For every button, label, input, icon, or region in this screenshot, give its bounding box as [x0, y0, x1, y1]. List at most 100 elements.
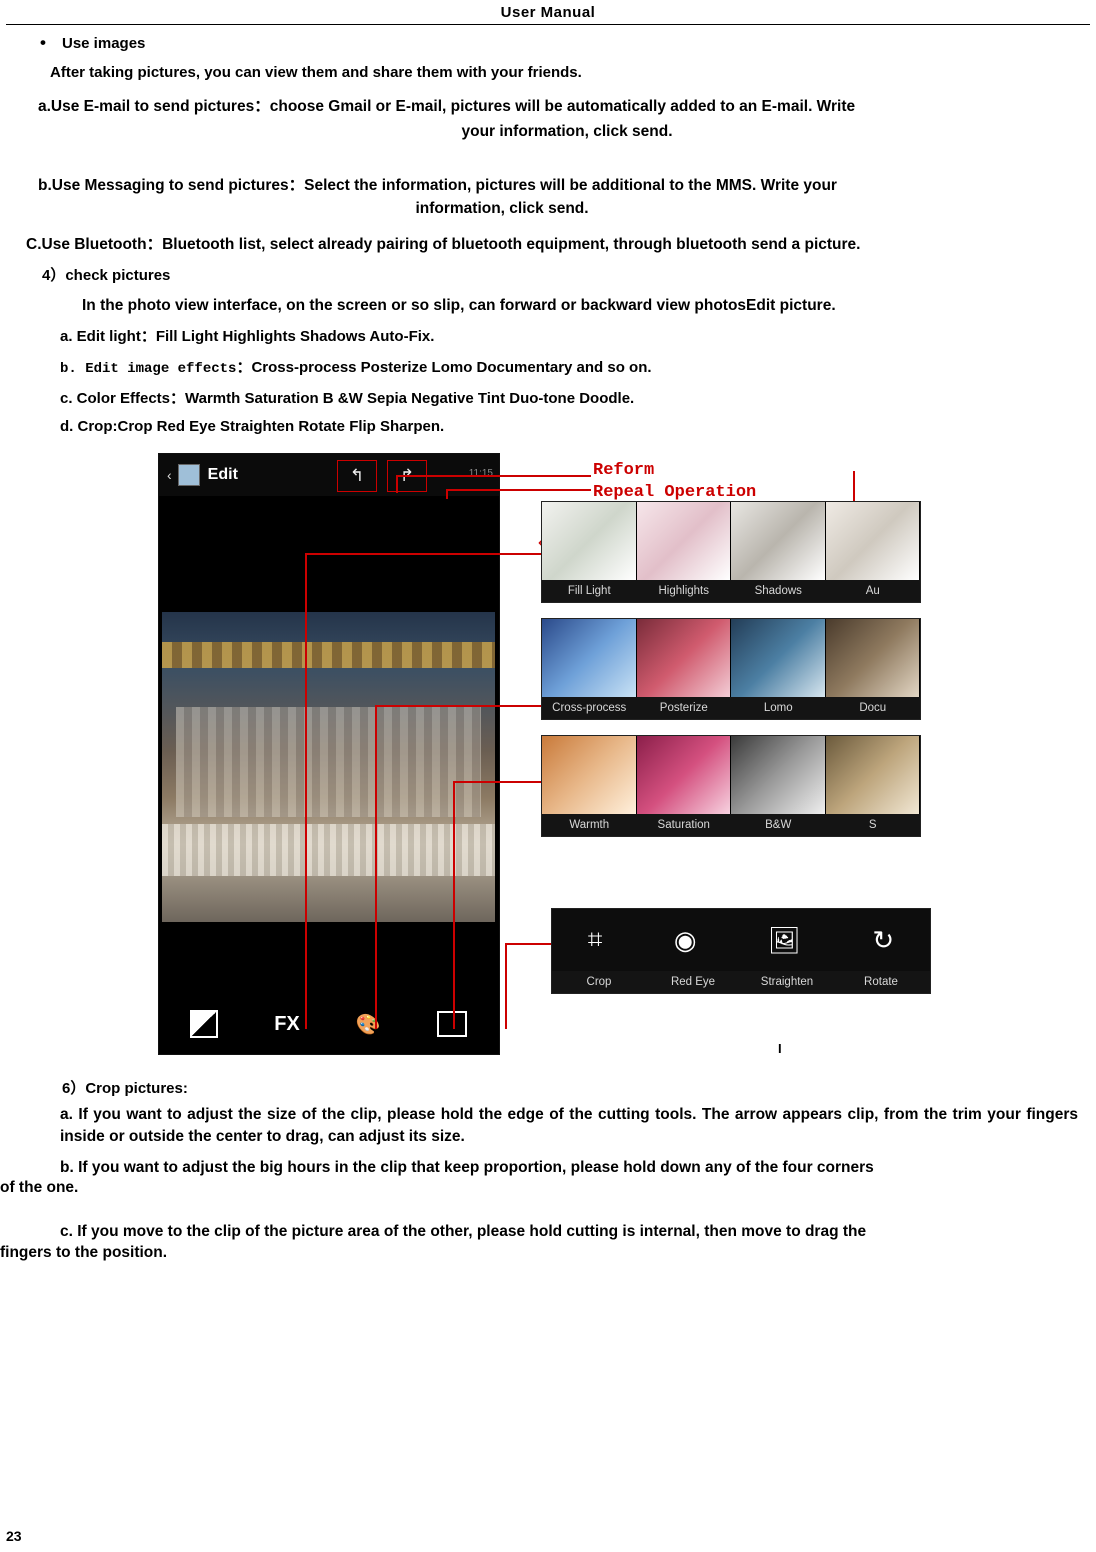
leader-line-undo-h [396, 475, 591, 477]
thumb-image [825, 502, 919, 580]
sub-item-c: c. Color Effects：Warmth Saturation B &W … [60, 390, 635, 407]
effect-thumb[interactable] [825, 619, 920, 697]
paragraph-item-4-text: In the photo view interface, on the scre… [82, 297, 836, 314]
photo-stripe-decor [162, 642, 495, 668]
item-b-label: b.Use Messaging to send pictures [38, 176, 289, 194]
tool-label-crop: Crop [586, 976, 612, 988]
sub-item-d: d. Crop:Crop Red Eye Straighten Rotate F… [60, 418, 445, 435]
paragraph-item-c: C.Use Bluetooth：Bluetooth list, select a… [26, 232, 1096, 254]
item-a-text-second-line: your information, click send. [461, 123, 673, 141]
thumb-image [825, 619, 919, 697]
back-chevron-icon[interactable]: ‹ [167, 467, 172, 483]
effects-strip-image-effects-labels: Cross-process Posterize Lomo Docu [542, 697, 920, 719]
paragraph-item-b: b.Use Messaging to send pictures：Select … [38, 174, 1096, 221]
document-page: User Manual • Use images After taking pi… [0, 0, 1096, 1552]
effect-label-lomo: Lomo [763, 702, 793, 714]
red-eye-icon[interactable]: ◉ [674, 925, 697, 956]
item-a-colon: ： [254, 97, 270, 115]
bullet-dot-icon: • [40, 33, 46, 52]
gallery-app-icon [177, 464, 200, 486]
thumb-image [731, 736, 825, 814]
crop-tool-icon[interactable] [436, 1011, 467, 1037]
leader-line-vertical-1 [305, 553, 307, 1029]
item-c-colon: ： [146, 236, 163, 253]
effects-strip-image-effects-cells [542, 619, 920, 697]
crop-tools-cells: ⌗ ◉ 🖼 ↻ [552, 909, 930, 971]
paragraph-item-6a: a. If you want to adjust the size of the… [60, 1106, 1078, 1146]
effect-thumb[interactable] [542, 619, 637, 697]
leader-line-vertical-3 [453, 781, 455, 1029]
effect-thumb[interactable] [542, 502, 637, 580]
thumb-image [825, 736, 919, 814]
effect-label-cross-process: Cross-process [552, 702, 627, 714]
effect-thumb[interactable] [731, 502, 826, 580]
tool-label-rotate: Rotate [864, 976, 898, 988]
status-clock: 11:15 [468, 468, 493, 479]
effect-thumb[interactable] [542, 736, 637, 814]
thumb-image [542, 619, 636, 697]
effects-strip-color-labels: Warmth Saturation B&W S [542, 814, 920, 836]
edit-screen-figure: ‹ Edit ↰ ↱ 11:15 FX 🎨 Reform Repeal Oper… [153, 453, 943, 1063]
paragraph-item-6c: c. If you move to the clip of the pictur… [60, 1223, 867, 1241]
palette-icon[interactable]: 🎨 [356, 1012, 381, 1037]
thumb-image [636, 502, 730, 580]
contrast-icon[interactable] [190, 1010, 219, 1038]
effect-thumb[interactable] [731, 619, 826, 697]
effects-strip-image-effects: Cross-process Posterize Lomo Docu [541, 618, 921, 720]
effect-thumb[interactable] [731, 736, 826, 814]
paragraph-item-6b: b. If you want to adjust the big hours i… [60, 1158, 874, 1176]
straighten-icon[interactable]: 🖼 [768, 925, 801, 956]
effect-label-bw: B&W [765, 819, 792, 831]
page-number: 23 [6, 1528, 22, 1544]
thumb-image [636, 619, 730, 697]
header-divider [6, 24, 1090, 25]
effect-label-sepia: S [868, 819, 877, 831]
sub-item-b-colon: ： [236, 359, 252, 376]
sub-item-b-text: Cross-process Posterize Lomo Documentary… [251, 359, 652, 376]
item-c-label: C.Use Bluetooth [26, 236, 147, 253]
effect-thumb[interactable] [636, 619, 731, 697]
leader-line-vertical-2 [375, 705, 377, 1029]
figure-caption: I [778, 1041, 782, 1056]
thumb-image [542, 736, 636, 814]
thumb-image [731, 502, 825, 580]
paragraph-after-taking-pictures: After taking pictures, you can view them… [50, 64, 582, 81]
bullet-use-images-label: Use images [62, 35, 146, 52]
effect-label-shadows: Shadows [754, 585, 802, 597]
paragraph-item-4: 4）check pictures [42, 267, 171, 284]
sub-item-a: a. Edit light：Fill Light Highlights Shad… [60, 328, 435, 345]
item-a-label: a.Use E-mail to send pictures [38, 98, 255, 115]
thumb-image [542, 502, 636, 580]
item-b-text-second-line: information, click send. [415, 199, 589, 217]
effect-thumb[interactable] [825, 736, 920, 814]
effect-thumb[interactable] [636, 736, 731, 814]
item-a-text: choose Gmail or E-mail, pictures will be… [269, 98, 856, 115]
undo-button[interactable]: ↰ [337, 460, 377, 492]
effect-thumb[interactable] [825, 502, 920, 580]
annotation-reform: Reform [593, 461, 655, 480]
thumb-image [636, 736, 730, 814]
effect-label-saturation: Saturation [657, 819, 710, 831]
photo-preview [162, 612, 495, 922]
effect-thumb[interactable] [636, 502, 731, 580]
effects-strip-light-labels: Fill Light Highlights Shadows Au [542, 580, 920, 602]
phone-screenshot: ‹ Edit ↰ ↱ 11:15 FX 🎨 [158, 453, 500, 1055]
paragraph-item-6c-second-line: fingers to the position. [0, 1243, 168, 1261]
phone-app-title: Edit [207, 466, 238, 483]
tool-label-red-eye: Red Eye [670, 976, 716, 988]
effect-label-documentary: Docu [859, 702, 887, 714]
effects-strip-light-cells [542, 502, 920, 580]
annotation-repeal-operation: Repeal Operation [593, 483, 757, 502]
crop-icon[interactable]: ⌗ [588, 924, 603, 956]
item-b-colon: ： [288, 176, 305, 194]
rotate-icon[interactable]: ↻ [872, 925, 894, 956]
sub-item-b-label: b. Edit image effects [60, 361, 237, 377]
page-header: User Manual [500, 4, 596, 21]
paragraph-item-6b-second-line: of the one. [0, 1179, 79, 1197]
effect-label-fill-light: Fill Light [567, 585, 611, 597]
item-b-text: Select the information, pictures will be… [304, 176, 837, 194]
fx-icon[interactable]: FX [274, 1013, 300, 1036]
crop-tools-labels: Crop Red Eye Straighten Rotate [552, 971, 930, 993]
sub-item-b: b. Edit image effects：Cross-process Post… [60, 356, 1096, 377]
leader-line-undo [396, 475, 398, 493]
